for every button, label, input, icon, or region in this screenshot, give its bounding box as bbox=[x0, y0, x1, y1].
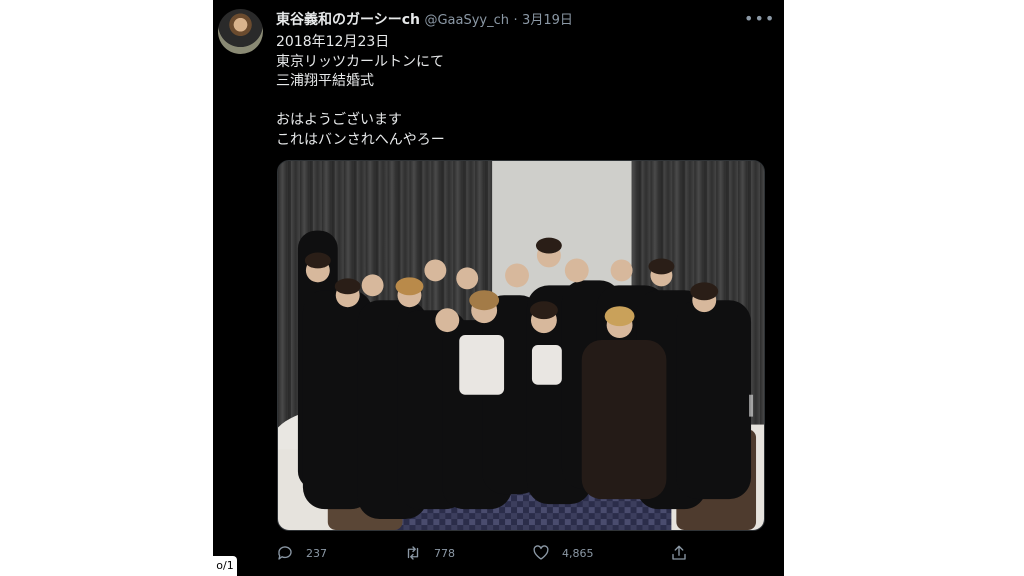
like-count: 4,865 bbox=[562, 546, 594, 560]
share-button[interactable] bbox=[670, 541, 688, 565]
reply-icon bbox=[278, 546, 292, 560]
page-indicator: o/1 bbox=[213, 556, 237, 576]
tweet-photo[interactable] bbox=[277, 160, 765, 531]
retweet-icon bbox=[407, 546, 419, 560]
tweet-actions: 237 778 4,865 bbox=[276, 541, 696, 565]
share-icon bbox=[672, 545, 686, 560]
author-name[interactable]: 東谷義和のガーシーch bbox=[276, 12, 420, 28]
tweet-text: 2018年12月23日 東京リッツカールトンにて 三浦翔平結婚式 おはようござい… bbox=[276, 33, 766, 150]
tweet-line: おはようございます bbox=[276, 112, 402, 128]
tweet-date[interactable]: 3月19日 bbox=[522, 13, 573, 28]
tweet-panel: 東谷義和のガーシーch @GaaSyy_ch · 3月19日 ••• 2018年… bbox=[213, 0, 784, 576]
heart-icon bbox=[533, 545, 549, 560]
author-handle[interactable]: @GaaSyy_ch bbox=[424, 13, 509, 28]
reply-count: 237 bbox=[306, 546, 327, 560]
tweet-line: 2018年12月23日 bbox=[276, 34, 390, 50]
separator-dot: · bbox=[513, 13, 518, 28]
tweet-line: これはバンされへんやろー bbox=[276, 131, 445, 148]
tweet-line: 三浦翔平結婚式 bbox=[276, 73, 374, 89]
like-button[interactable]: 4,865 bbox=[532, 541, 594, 565]
avatar[interactable] bbox=[218, 9, 263, 54]
tweet-line: 東京リッツカールトンにて bbox=[276, 53, 444, 70]
reply-button[interactable]: 237 bbox=[276, 541, 327, 565]
tweet-header: 東谷義和のガーシーch @GaaSyy_ch · 3月19日 bbox=[276, 11, 573, 30]
retweet-count: 778 bbox=[434, 546, 455, 560]
group-photo-image bbox=[278, 161, 764, 530]
retweet-button[interactable]: 778 bbox=[404, 541, 455, 565]
more-horizontal-icon[interactable]: ••• bbox=[744, 10, 774, 28]
